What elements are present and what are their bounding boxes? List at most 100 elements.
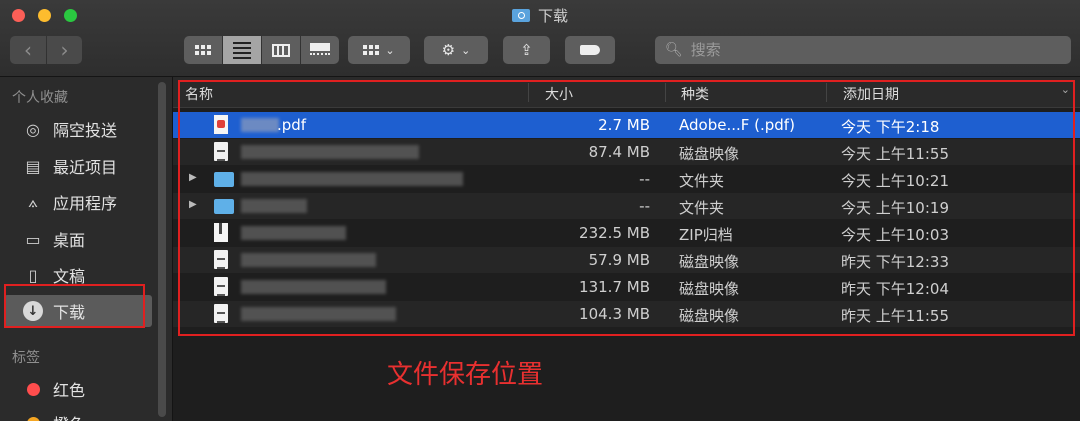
file-kind: ZIP归档 xyxy=(679,226,733,244)
list-view-button[interactable] xyxy=(223,36,261,64)
sidebar-item-label: 最近项目 xyxy=(53,158,118,177)
file-date: 今天 上午10:19 xyxy=(841,199,949,217)
edit-tags-button[interactable] xyxy=(565,36,615,64)
file-date: 昨天 上午11:55 xyxy=(841,307,949,325)
folder-icon xyxy=(214,196,234,216)
file-size: 104.3 MB xyxy=(579,305,650,323)
documents-icon: ▯ xyxy=(28,265,38,285)
file-size: -- xyxy=(639,170,650,188)
disk-image-icon xyxy=(214,277,230,297)
toolbar: 下载 ‹ › ⌄ ⚙ ⌄ ⇪ 🔍︎ xyxy=(0,0,1080,77)
disk-image-icon xyxy=(214,304,230,324)
tag-icon xyxy=(580,45,600,55)
file-size: 87.4 MB xyxy=(588,143,650,161)
file-name: .pdf xyxy=(277,116,307,134)
file-kind: 磁盘映像 xyxy=(679,280,740,298)
file-date: 昨天 下午12:04 xyxy=(841,280,949,298)
applications-icon: ⟑ xyxy=(28,192,38,211)
file-kind: 磁盘映像 xyxy=(679,253,740,271)
column-size-header[interactable]: 大小 xyxy=(545,84,573,104)
column-name-header[interactable]: 名称 xyxy=(185,84,213,104)
icon-view-button[interactable] xyxy=(184,36,222,64)
back-button[interactable]: ‹ xyxy=(10,36,46,64)
redacted-name xyxy=(241,226,346,240)
forward-button[interactable]: › xyxy=(47,36,82,64)
sidebar-item-desktop[interactable]: ▭ 桌面 xyxy=(4,223,152,255)
file-kind: 文件夹 xyxy=(679,172,725,190)
file-date: 今天 上午10:21 xyxy=(841,172,949,190)
sidebar-item-label: 橙色 xyxy=(53,411,85,421)
sidebar-tag-red[interactable]: 红色 xyxy=(4,373,152,405)
file-kind: Adobe...F (.pdf) xyxy=(679,116,795,134)
redacted-name xyxy=(241,307,396,321)
red-tag-dot-icon xyxy=(22,378,44,400)
action-menu-button[interactable]: ⚙ ⌄ xyxy=(424,36,488,64)
sidebar-scrollbar[interactable] xyxy=(158,82,166,417)
file-row[interactable]: 87.4 MB 磁盘映像 今天 上午11:55 xyxy=(173,139,1080,165)
sidebar-item-recents[interactable]: ▤ 最近项目 xyxy=(4,150,152,182)
sidebar-item-label: 隔空投送 xyxy=(53,121,118,140)
sidebar-item-airdrop[interactable]: ◎ 隔空投送 xyxy=(4,113,152,145)
disclosure-triangle-icon[interactable]: ▶ xyxy=(189,172,197,183)
gallery-icon xyxy=(310,43,330,57)
column-divider[interactable] xyxy=(665,83,666,102)
column-divider[interactable] xyxy=(826,83,827,102)
disclosure-triangle-icon[interactable]: ▶ xyxy=(189,199,197,210)
redacted-name xyxy=(241,145,419,159)
redacted-name xyxy=(241,253,376,267)
file-row[interactable]: 131.7 MB 磁盘映像 昨天 下午12:04 xyxy=(173,274,1080,300)
orange-tag-dot-icon xyxy=(22,412,44,421)
search-input[interactable] xyxy=(690,41,1051,59)
file-size: 2.7 MB xyxy=(598,116,650,134)
zip-archive-icon xyxy=(214,223,230,243)
sidebar-item-label: 红色 xyxy=(53,381,86,400)
column-divider[interactable] xyxy=(528,83,529,102)
airdrop-icon: ◎ xyxy=(26,119,40,139)
downloads-folder-icon xyxy=(511,9,530,22)
file-list: 名称 大小 种类 添加日期 ⌄ .pdf 2.7 MB Adobe...F (.… xyxy=(173,77,1080,421)
share-icon: ⇪ xyxy=(520,41,533,59)
file-row[interactable]: 57.9 MB 磁盘映像 昨天 下午12:33 xyxy=(173,247,1080,273)
sidebar-item-label: 下载 xyxy=(53,303,86,322)
column-date-header[interactable]: 添加日期 xyxy=(843,84,899,104)
sidebar-item-label: 桌面 xyxy=(53,231,86,250)
file-row[interactable]: 104.3 MB 磁盘映像 昨天 上午11:55 xyxy=(173,301,1080,327)
group-grid-icon xyxy=(363,45,380,55)
favorites-heading: 个人收藏 xyxy=(12,90,68,106)
chevron-down-icon: ⌄ xyxy=(385,43,395,57)
file-size: 232.5 MB xyxy=(579,224,650,242)
file-size: 57.9 MB xyxy=(588,251,650,269)
gear-icon: ⚙ xyxy=(441,41,456,59)
folder-icon xyxy=(214,169,234,189)
sort-chevron-icon[interactable]: ⌄ xyxy=(1061,83,1070,96)
search-field[interactable]: 🔍︎ xyxy=(655,36,1071,64)
annotation-label: 文件保存位置 xyxy=(387,360,544,390)
file-kind: 文件夹 xyxy=(679,199,725,217)
file-size: -- xyxy=(639,197,650,215)
disk-image-icon xyxy=(214,250,230,270)
redacted-name xyxy=(241,280,386,294)
back-arrow-icon: ‹ xyxy=(24,38,32,62)
file-date: 昨天 下午12:33 xyxy=(841,253,949,271)
sidebar-tag-orange[interactable]: 橙色 xyxy=(4,407,152,421)
gallery-view-button[interactable] xyxy=(301,36,339,64)
sidebar-item-applications[interactable]: ⟑ 应用程序 xyxy=(4,186,152,218)
file-row[interactable]: ▶ -- 文件夹 今天 上午10:21 xyxy=(173,166,1080,192)
sidebar-item-documents[interactable]: ▯ 文稿 xyxy=(4,259,152,291)
list-lines-icon xyxy=(233,41,251,59)
chevron-down-icon: ⌄ xyxy=(461,43,471,57)
pdf-file-icon xyxy=(214,115,230,135)
redacted-name xyxy=(241,172,463,186)
file-row[interactable]: 232.5 MB ZIP归档 今天 上午10:03 xyxy=(173,220,1080,246)
column-view-button[interactable] xyxy=(262,36,300,64)
redacted-name xyxy=(241,118,279,132)
file-row[interactable]: .pdf 2.7 MB Adobe...F (.pdf) 今天 下午2:18 xyxy=(173,112,1080,138)
share-button[interactable]: ⇪ xyxy=(503,36,550,64)
sidebar: 个人收藏 ◎ 隔空投送 ▤ 最近项目 ⟑ 应用程序 ▭ 桌面 ▯ 文稿 ↓ 下载 标签 红色… xyxy=(0,77,173,421)
sidebar-item-downloads[interactable]: ↓ 下载 xyxy=(4,295,152,327)
file-kind: 磁盘映像 xyxy=(679,307,740,325)
group-by-button[interactable]: ⌄ xyxy=(348,36,410,64)
column-kind-header[interactable]: 种类 xyxy=(681,84,709,104)
disk-image-icon xyxy=(214,142,230,162)
file-row[interactable]: ▶ -- 文件夹 今天 上午10:19 xyxy=(173,193,1080,219)
